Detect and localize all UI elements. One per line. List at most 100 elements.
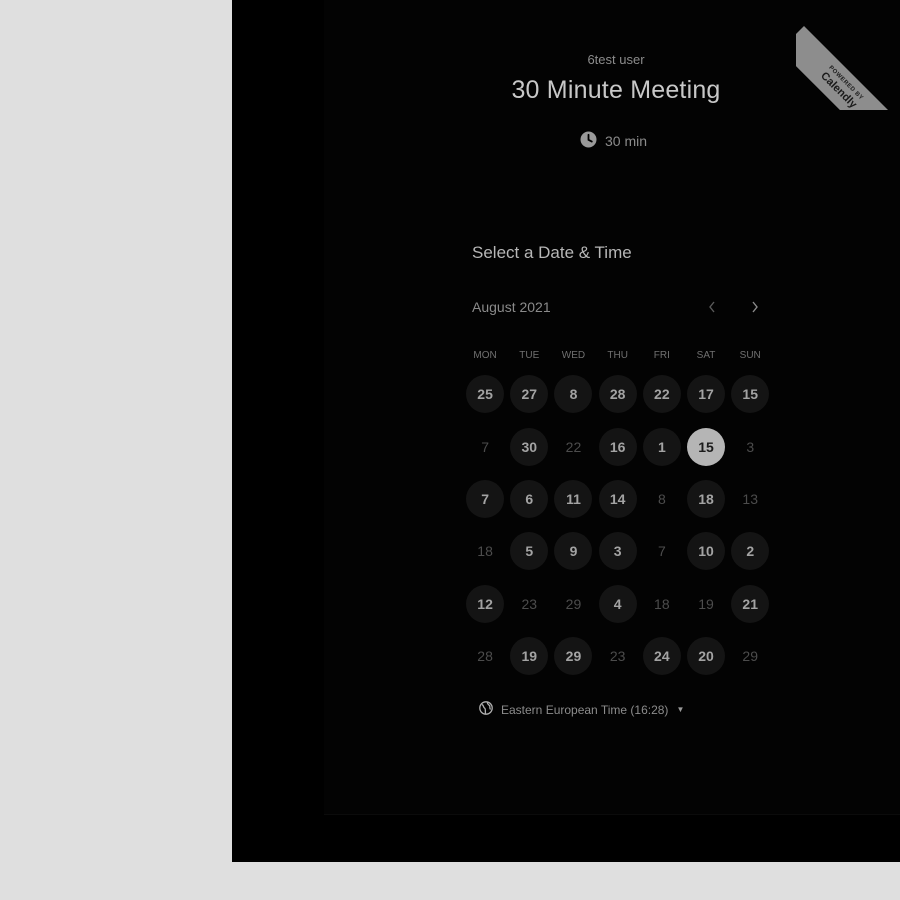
available-day-button[interactable]: 12 bbox=[466, 584, 505, 623]
prev-month-button[interactable] bbox=[701, 296, 723, 318]
available-day-button[interactable]: 11 bbox=[554, 479, 593, 518]
available-day-button[interactable]: 4 bbox=[598, 584, 637, 623]
calendar-cell: 14 bbox=[596, 473, 640, 525]
unavailable-day: 18 bbox=[654, 595, 670, 612]
unavailable-day: 22 bbox=[565, 438, 582, 455]
calendar-cell: 8 bbox=[640, 473, 684, 525]
weekday-label: MON bbox=[473, 350, 497, 361]
calendar-cell: 25 bbox=[463, 368, 507, 420]
available-day-button[interactable]: 10 bbox=[687, 532, 726, 571]
unavailable-day: 7 bbox=[657, 543, 666, 560]
available-day-button[interactable]: 24 bbox=[642, 637, 681, 676]
unavailable-day: 18 bbox=[477, 543, 493, 560]
available-day-button[interactable]: 5 bbox=[510, 532, 549, 571]
available-day-button[interactable]: 20 bbox=[687, 637, 726, 676]
page-background: POWERED BY Calendly 6test user 30 Minute… bbox=[0, 0, 900, 900]
timezone-selector[interactable]: Eastern European Time (16:28) ▼ bbox=[479, 701, 684, 718]
calendar-cell: 23 bbox=[507, 578, 551, 630]
month-label: August 2021 bbox=[472, 299, 551, 315]
calendar-cell: 27 bbox=[507, 368, 551, 420]
calendar-cell: 15 bbox=[728, 368, 772, 420]
weekday-label: THU bbox=[607, 350, 628, 361]
calendar-cell: 2 bbox=[728, 525, 772, 577]
available-day-button[interactable]: 3 bbox=[598, 532, 637, 571]
calendar-cell: 6 bbox=[507, 473, 551, 525]
calendar-cell: 24 bbox=[640, 630, 684, 682]
unavailable-day: 13 bbox=[742, 490, 758, 507]
calendar-cell: 7 bbox=[640, 525, 684, 577]
calendar-cell: 11 bbox=[551, 473, 595, 525]
booking-widget-frame: POWERED BY Calendly 6test user 30 Minute… bbox=[232, 0, 900, 862]
calendar-cell: 30 bbox=[507, 420, 551, 472]
unavailable-day: 19 bbox=[698, 595, 714, 612]
available-day-button[interactable]: 18 bbox=[687, 479, 726, 518]
caret-down-icon: ▼ bbox=[676, 705, 685, 714]
calendar-cell: 28 bbox=[596, 368, 640, 420]
weekday-label: WED bbox=[561, 350, 586, 361]
calendar-cell: 10 bbox=[684, 525, 728, 577]
weekday-label: SAT bbox=[696, 350, 716, 361]
calendar-cell: 7 bbox=[463, 420, 507, 472]
calendar-cell: 18 bbox=[463, 525, 507, 577]
next-month-button[interactable] bbox=[744, 296, 766, 318]
available-day-button[interactable]: 6 bbox=[510, 479, 549, 518]
duration-label: 30 min bbox=[605, 133, 648, 149]
calendar-cell: 3 bbox=[728, 420, 772, 472]
unavailable-day: 29 bbox=[742, 648, 758, 665]
available-day-button[interactable]: 22 bbox=[642, 375, 681, 414]
available-day-button[interactable]: 8 bbox=[554, 375, 593, 414]
available-day-button[interactable]: 30 bbox=[510, 427, 549, 466]
available-day-button[interactable]: 7 bbox=[466, 479, 505, 518]
available-day-button[interactable]: 1 bbox=[642, 427, 681, 466]
available-day-button[interactable]: 9 bbox=[554, 532, 593, 571]
meeting-duration: 30 min bbox=[580, 131, 647, 151]
available-day-button[interactable]: 19 bbox=[510, 637, 549, 676]
host-name: 6test user bbox=[587, 52, 645, 67]
meeting-title: 30 Minute Meeting bbox=[511, 76, 721, 104]
calendar-cell: 3 bbox=[596, 525, 640, 577]
calendar-cell: 28 bbox=[463, 630, 507, 682]
available-day-button[interactable]: 25 bbox=[466, 375, 505, 414]
available-day-button[interactable]: 28 bbox=[598, 375, 637, 414]
unavailable-day: 23 bbox=[609, 648, 626, 665]
calendar-cell: 7 bbox=[463, 473, 507, 525]
calendar-cell: 20 bbox=[684, 630, 728, 682]
available-day-button[interactable]: 2 bbox=[731, 532, 770, 571]
unavailable-day: 29 bbox=[565, 595, 582, 612]
available-day-button[interactable]: 14 bbox=[598, 479, 637, 518]
timezone-label: Eastern European Time (16:28) bbox=[501, 702, 669, 717]
available-day-button[interactable]: 29 bbox=[554, 637, 593, 676]
calendar-cell: 29 bbox=[728, 630, 772, 682]
clock-icon bbox=[580, 131, 597, 151]
calendar-cell: 15 bbox=[684, 420, 728, 472]
calendar-cell: 19 bbox=[684, 578, 728, 630]
calendar-cell: 22 bbox=[551, 420, 595, 472]
calendar-cell: 18 bbox=[640, 578, 684, 630]
weekday-label: SUN bbox=[739, 350, 761, 361]
available-day-button[interactable]: 21 bbox=[731, 584, 770, 623]
calendar-cell: 21 bbox=[728, 578, 772, 630]
calendar-cell: 12 bbox=[463, 578, 507, 630]
calendar-cell: 18 bbox=[684, 473, 728, 525]
calendar-cell: 22 bbox=[640, 368, 684, 420]
available-day-button[interactable]: 16 bbox=[598, 427, 637, 466]
calendar-cell: 17 bbox=[684, 368, 728, 420]
selected-day-button[interactable]: 15 bbox=[687, 427, 726, 466]
calendar-grid: 25 27 8 28 22 17 15 7 30 22 16 1 15 3 7 6 11 14 8 18 13 18 5 9 3… bbox=[463, 368, 773, 682]
calendar-cell: 4 bbox=[596, 578, 640, 630]
calendar-cell: 29 bbox=[551, 578, 595, 630]
calendar-cell: 13 bbox=[728, 473, 772, 525]
unavailable-day: 8 bbox=[657, 490, 666, 507]
calendar-cell: 16 bbox=[596, 420, 640, 472]
calendar-cell: 19 bbox=[507, 630, 551, 682]
weekday-label: FRI bbox=[653, 350, 670, 361]
unavailable-day: 3 bbox=[746, 438, 755, 455]
available-day-button[interactable]: 17 bbox=[687, 375, 726, 414]
available-day-button[interactable]: 27 bbox=[510, 375, 549, 414]
section-title: Select a Date & Time bbox=[472, 243, 632, 262]
calendar-cell: 9 bbox=[551, 525, 595, 577]
unavailable-day: 23 bbox=[521, 595, 538, 612]
available-day-button[interactable]: 15 bbox=[731, 375, 770, 414]
weekday-header: MON TUE WED THU FRI SAT SUN bbox=[463, 350, 773, 361]
chevron-left-icon bbox=[709, 301, 715, 313]
